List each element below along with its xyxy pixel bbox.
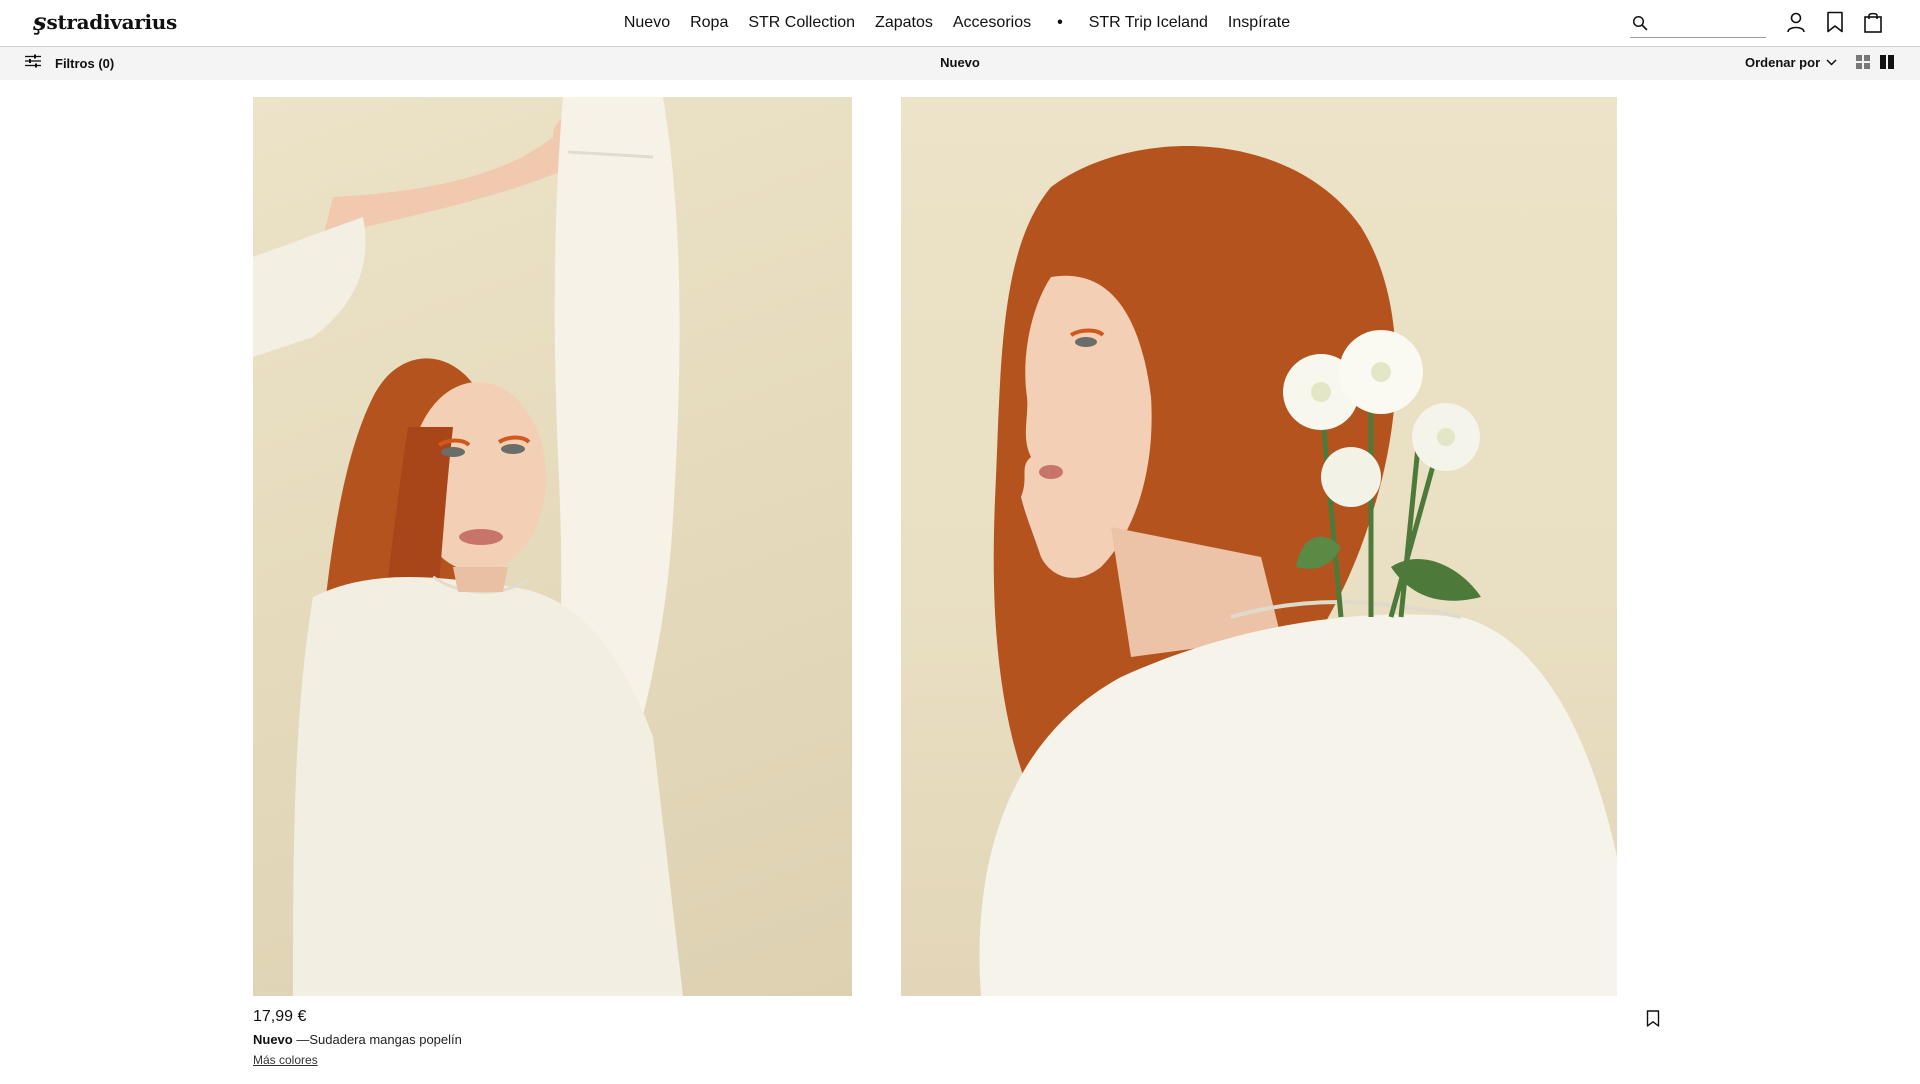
user-icon[interactable] [1784, 10, 1808, 34]
nav-item-nuevo[interactable]: Nuevo [614, 12, 680, 34]
stradivarius-logo[interactable]: ş stradivarius [33, 8, 177, 36]
search-icon[interactable] [1630, 13, 1650, 33]
filter-sliders-icon [25, 54, 41, 73]
product-price: 17,99 € [253, 1008, 307, 1025]
product-image-back[interactable] [901, 97, 1617, 996]
chevron-down-icon [1825, 57, 1837, 69]
search-input[interactable] [1654, 11, 1764, 34]
new-tag: Nuevo [253, 1032, 293, 1047]
product-title[interactable]: Nuevo —Sudadera mangas popelín [253, 1032, 462, 1047]
filters-label: Filtros (0) [55, 56, 115, 71]
nav-item-str-collection[interactable]: STR Collection [738, 12, 865, 34]
product-image-front[interactable] [253, 97, 852, 996]
product-name: Sudadera mangas popelín [309, 1032, 462, 1047]
nav-item-ropa[interactable]: Ropa [680, 12, 738, 34]
model-photo-back [979, 146, 1617, 996]
title-separator: — [292, 1032, 310, 1047]
shopping-bag-icon[interactable] [1861, 10, 1885, 34]
nav-item-accesorios[interactable]: Accesorios [943, 12, 1041, 34]
model-photo-front [253, 97, 683, 996]
bookmark-icon[interactable] [1823, 10, 1847, 34]
logo-mark: ş [33, 7, 47, 36]
nav-item-inspirate[interactable]: Inspírate [1218, 12, 1300, 34]
top-header: ş stradivarius Nuevo Ropa STR Collection… [0, 0, 1920, 47]
sort-by-label: Ordenar por [1745, 55, 1821, 70]
breadcrumb: Nuevo [940, 55, 980, 70]
filters-button[interactable]: Filtros (0) [25, 54, 114, 73]
search-box [1630, 8, 1766, 38]
nav-item-zapatos[interactable]: Zapatos [865, 12, 943, 34]
grid-four-icon[interactable] [1856, 55, 1872, 71]
filter-bar: Filtros (0) Nuevo Ordenar por [0, 47, 1920, 80]
save-product-bookmark-icon[interactable] [1644, 1008, 1662, 1028]
more-colors-link[interactable]: Más colores [253, 1053, 318, 1067]
nav-item-str-trip-iceland[interactable]: STR Trip Iceland [1079, 12, 1218, 34]
grid-two-icon[interactable] [1880, 55, 1896, 71]
sort-by-dropdown[interactable]: Ordenar por [1745, 55, 1837, 70]
logo-wordmark: stradivarius [46, 10, 178, 34]
nav-item-dot[interactable]: • [1041, 12, 1079, 34]
